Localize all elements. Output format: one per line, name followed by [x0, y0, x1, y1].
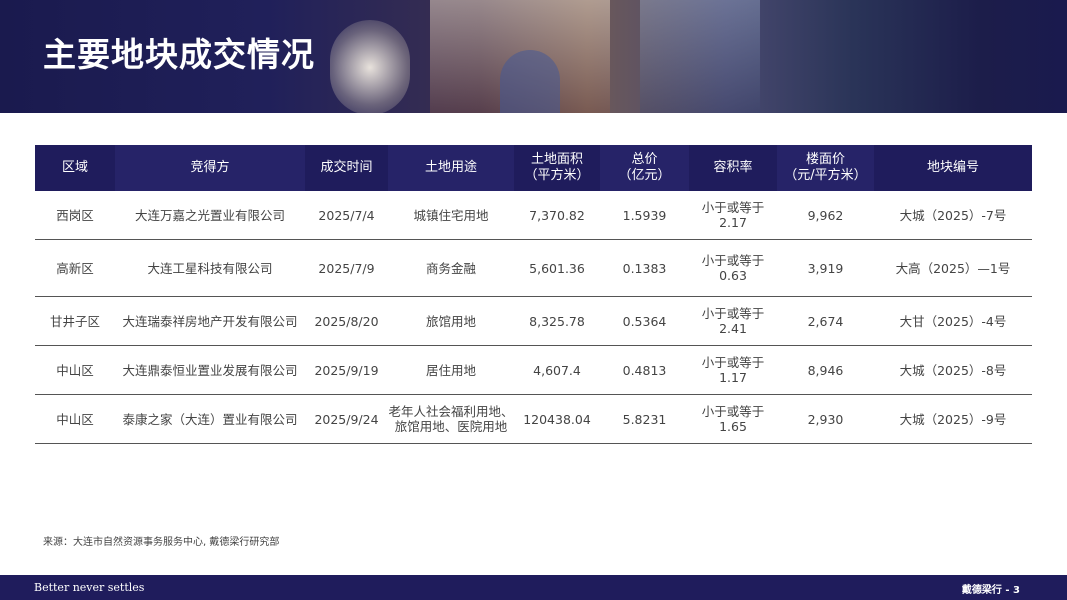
column-header: 土地面积 （平方米） [514, 145, 600, 191]
cell-text-line: 土地面积 [530, 152, 583, 167]
table-cell: 小于或等于 1.65 [689, 394, 777, 444]
table-cell: 9,962 [777, 191, 874, 240]
table-cell: 城镇住宅用地 [388, 191, 514, 240]
cell-text-line: 小于或等于 [701, 404, 765, 419]
table-cell: 老年人社会福利用地、 旅馆用地、医院用地 [388, 394, 514, 444]
table-cell: 0.4813 [600, 345, 689, 395]
cell-text-line: 0.63 [719, 268, 747, 283]
table-cell: 甘井子区 [35, 296, 115, 346]
column-header: 区域 [35, 145, 115, 191]
table-row: 高新区 大连工星科技有限公司 2025/7/9 商务金融 5,601.36 0.1383 小… [35, 239, 1032, 297]
column-header: 成交时间 [305, 145, 388, 191]
cell-text-line: 居住用地 [425, 362, 476, 378]
footer-bar: Better never settles 戴德梁行 - 3 [0, 575, 1067, 600]
table-cell: 4,607.4 [514, 345, 600, 395]
column-header: 竞得方 [115, 145, 305, 191]
cell-text-line: 区域 [61, 160, 88, 175]
column-header: 楼面价 （元/平方米） [777, 145, 874, 191]
cell-text-line: 1.17 [719, 370, 747, 385]
cell-text-line: 小于或等于 [701, 306, 765, 321]
cell-text-line: 1.65 [719, 419, 747, 434]
table-cell: 3,919 [777, 239, 874, 297]
table-cell: 5.8231 [600, 394, 689, 444]
cell-text-line: 土地用途 [424, 160, 477, 175]
table-cell: 2,930 [777, 394, 874, 444]
table-cell: 大连万嘉之光置业有限公司 [115, 191, 305, 240]
cell-text-line: 容积率 [713, 160, 753, 175]
source-note: 来源：大连市自然资源事务服务中心, 戴德梁行研究部 [43, 537, 280, 548]
page-number-label: 戴德梁行 - 3 [961, 585, 1020, 596]
table-cell: 2025/7/9 [305, 239, 388, 297]
table-cell: 小于或等于 2.41 [689, 296, 777, 346]
table-cell: 大城（2025）-9号 [874, 394, 1032, 444]
header-photo-blur [640, 0, 760, 113]
table-cell: 小于或等于 2.17 [689, 191, 777, 240]
cell-text-line: 老年人社会福利用地、 [388, 404, 514, 419]
table-cell: 0.1383 [600, 239, 689, 297]
table-cell: 小于或等于 0.63 [689, 239, 777, 297]
column-header: 总价 （亿元） [600, 145, 689, 191]
table-cell: 大城（2025）-8号 [874, 345, 1032, 395]
cell-text-line: 楼面价 [805, 152, 845, 167]
table-cell: 大高（2025）—1号 [874, 239, 1032, 297]
cell-text-line: 2.41 [719, 321, 747, 336]
table-cell: 大甘（2025）-4号 [874, 296, 1032, 346]
cell-text-line: 小于或等于 [701, 253, 765, 268]
cell-text-line: 城镇住宅用地 [413, 207, 489, 223]
table-cell: 旅馆用地 [388, 296, 514, 346]
cell-text-line: 小于或等于 [701, 355, 765, 370]
table-cell: 中山区 [35, 345, 115, 395]
cell-text-line: 总价 [631, 152, 658, 167]
cell-text-line: （亿元） [618, 168, 671, 183]
cell-text-line: 地块编号 [926, 160, 979, 175]
column-header: 容积率 [689, 145, 777, 191]
table-cell: 5,601.36 [514, 239, 600, 297]
cell-text-line: 旅馆用地 [425, 313, 476, 329]
table-cell: 大连鼎泰恒业置业发展有限公司 [115, 345, 305, 395]
table-cell: 2025/8/20 [305, 296, 388, 346]
table-cell: 120438.04 [514, 394, 600, 444]
cell-text-line: 旅馆用地、医院用地 [394, 419, 508, 434]
table-cell: 8,946 [777, 345, 874, 395]
table-cell: 2025/9/19 [305, 345, 388, 395]
cell-text-line: 商务金融 [425, 260, 476, 276]
table-cell: 西岗区 [35, 191, 115, 240]
header-banner: 主要地块成交情况 [0, 0, 1067, 113]
page-title: 主要地块成交情况 [43, 35, 315, 74]
cell-text-line: 成交时间 [320, 160, 373, 175]
header-photo-blur [500, 50, 560, 113]
table-cell: 大连工星科技有限公司 [115, 239, 305, 297]
table-cell: 高新区 [35, 239, 115, 297]
table-header-row: 区域 竞得方 成交时间 土地用途 土地面积 （平方米） 总价 （亿元） 容积率 楼面… [35, 145, 1032, 191]
cell-text-line: 竞得方 [190, 160, 230, 175]
table-row: 中山区 泰康之家（大连）置业有限公司 2025/9/24 老年人社会福利用地、 旅馆用地… [35, 394, 1032, 444]
table-cell: 商务金融 [388, 239, 514, 297]
table-cell: 居住用地 [388, 345, 514, 395]
table-row: 中山区 大连鼎泰恒业置业发展有限公司 2025/9/19 居住用地 4,607.4 0.4… [35, 345, 1032, 395]
header-photo-blur [330, 20, 410, 113]
cell-text-line: 小于或等于 [701, 200, 765, 215]
table-cell: 8,325.78 [514, 296, 600, 346]
table-row: 西岗区 大连万嘉之光置业有限公司 2025/7/4 城镇住宅用地 7,370.82 1.5… [35, 191, 1032, 240]
table-cell: 1.5939 [600, 191, 689, 240]
table-cell: 小于或等于 1.17 [689, 345, 777, 395]
table-cell: 泰康之家（大连）置业有限公司 [115, 394, 305, 444]
table-cell: 2025/7/4 [305, 191, 388, 240]
table-cell: 2025/9/24 [305, 394, 388, 444]
table-cell: 7,370.82 [514, 191, 600, 240]
table-row: 甘井子区 大连瑞泰祥房地产开发有限公司 2025/8/20 旅馆用地 8,325.78 0… [35, 296, 1032, 346]
cell-text-line: 2.17 [719, 215, 747, 230]
column-header: 地块编号 [874, 145, 1032, 191]
table-cell: 中山区 [35, 394, 115, 444]
footer-tagline: Better never settles [34, 581, 145, 594]
column-header: 土地用途 [388, 145, 514, 191]
table-body: 西岗区 大连万嘉之光置业有限公司 2025/7/4 城镇住宅用地 7,370.82 1.5… [35, 191, 1032, 444]
cell-text-line: （元/平方米） [784, 168, 867, 183]
cell-text-line: （平方米） [524, 168, 590, 183]
land-deals-table: 区域 竞得方 成交时间 土地用途 土地面积 （平方米） 总价 （亿元） 容积率 楼面… [35, 145, 1032, 444]
table-cell: 大连瑞泰祥房地产开发有限公司 [115, 296, 305, 346]
table-cell: 0.5364 [600, 296, 689, 346]
table-cell: 2,674 [777, 296, 874, 346]
table-cell: 大城（2025）-7号 [874, 191, 1032, 240]
